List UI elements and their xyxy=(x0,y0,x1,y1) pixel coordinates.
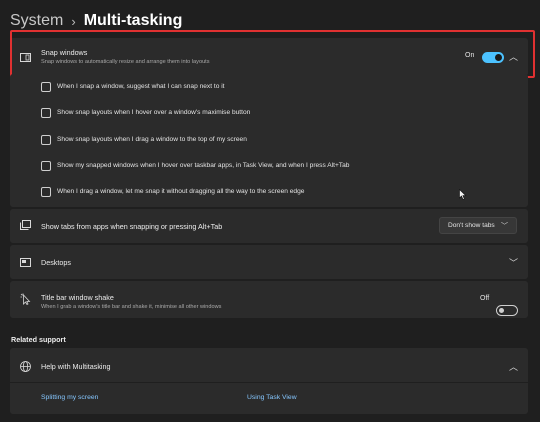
chevron-down-icon: ﹀ xyxy=(501,222,508,230)
snap-windows-toggle[interactable] xyxy=(482,52,504,63)
snap-option-3-checkbox[interactable] xyxy=(41,135,51,145)
shake-text: Title bar window shake When I grab a win… xyxy=(41,293,401,310)
help-card xyxy=(10,348,528,414)
snap-option-3-label: Show snap layouts when I drag a window t… xyxy=(57,136,247,143)
chevron-up-icon[interactable]: ︿ xyxy=(509,360,518,373)
show-tabs-selected: Don't show tabs xyxy=(448,222,495,229)
shake-toggle[interactable] xyxy=(496,305,518,316)
snap-windows-icon xyxy=(18,50,32,64)
snap-option-1-label: When I snap a window, suggest what I can… xyxy=(57,83,225,90)
snap-windows-subtitle: Snap windows to automatically resize and… xyxy=(41,59,210,65)
desktops-label: Desktops xyxy=(41,258,71,267)
chevron-up-icon[interactable]: ︿ xyxy=(509,50,518,63)
link-splitting-screen[interactable]: Splitting my screen xyxy=(41,394,98,401)
snap-option-5-label: When I drag a window, let me snap it wit… xyxy=(57,188,305,195)
chevron-down-icon[interactable]: ﹀ xyxy=(509,256,518,269)
help-title[interactable]: Help with Multitasking xyxy=(41,362,111,371)
snap-option-5-checkbox[interactable] xyxy=(41,187,51,197)
snap-option-1-checkbox[interactable] xyxy=(41,82,51,92)
snap-option-4-checkbox[interactable] xyxy=(41,161,51,171)
mouse-cursor-icon xyxy=(459,188,467,203)
shake-title: Title bar window shake xyxy=(41,293,114,302)
cursor-shake-icon xyxy=(18,292,32,306)
snap-option-2-label: Show snap layouts when I hover over a wi… xyxy=(57,109,251,116)
snap-option-2-checkbox[interactable] xyxy=(41,108,51,118)
chevron-right-icon: › xyxy=(71,13,76,29)
snap-windows-state: On xyxy=(465,52,475,59)
shake-state: Off xyxy=(480,295,490,302)
snap-option-4-label: Show my snapped windows when I hover ove… xyxy=(57,162,350,169)
related-support-heading: Related support xyxy=(11,335,66,344)
page-title: Multi-tasking xyxy=(83,12,183,29)
tabs-icon xyxy=(18,218,32,232)
toggle-knob xyxy=(495,54,502,61)
snap-windows-text: Snap windows Snap windows to automatical… xyxy=(41,48,401,65)
help-divider xyxy=(10,382,528,383)
desktops-icon xyxy=(18,255,32,269)
show-tabs-dropdown[interactable]: Don't show tabs ﹀ xyxy=(439,217,517,234)
desktops-card[interactable] xyxy=(10,245,528,279)
shake-subtitle: When I grab a window's title bar and sha… xyxy=(41,304,222,310)
link-task-view[interactable]: Using Task View xyxy=(247,394,297,401)
toggle-knob xyxy=(499,308,504,313)
breadcrumb-system[interactable]: System xyxy=(10,12,63,30)
show-tabs-label: Show tabs from apps when snapping or pre… xyxy=(41,222,223,231)
globe-icon xyxy=(18,359,32,373)
snap-windows-title: Snap windows xyxy=(41,48,88,57)
